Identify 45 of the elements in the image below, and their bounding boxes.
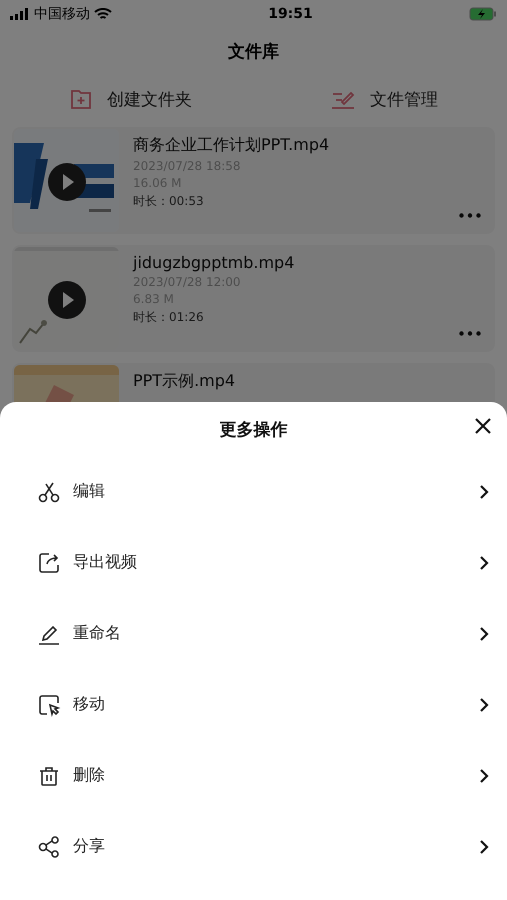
- sheet-title: 更多操作: [220, 418, 288, 440]
- chevron-right-icon: [479, 484, 489, 500]
- toolbar-action[interactable]: 文件管理: [326, 83, 442, 115]
- status-time: 19:51: [268, 6, 313, 22]
- menu-item[interactable]: 导出视频: [0, 527, 507, 598]
- menu-item[interactable]: 移动: [0, 669, 507, 740]
- battery-icon: [468, 7, 497, 21]
- scissors-icon: [37, 480, 61, 504]
- more-button[interactable]: [457, 211, 483, 220]
- play-icon[interactable]: [48, 163, 86, 201]
- file-duration: 时长：01:26: [133, 309, 205, 326]
- share-icon: [37, 834, 61, 858]
- menu-label: 导出视频: [73, 552, 138, 573]
- toolbar-action[interactable]: 创建文件夹: [65, 83, 196, 115]
- menu-label: 移动: [73, 694, 106, 715]
- chevron-right-icon: [479, 554, 489, 570]
- play-icon[interactable]: [48, 281, 86, 319]
- file-name: jidugzbgpptmb.mp4: [133, 253, 294, 272]
- folder-plus-icon: [69, 87, 93, 111]
- menu-label: 分享: [73, 836, 106, 857]
- menu-label: 编辑: [73, 481, 106, 502]
- chevron-right-icon: [479, 768, 489, 784]
- chevron-right-icon: [479, 696, 489, 712]
- page-title: 文件库: [227, 41, 280, 64]
- export-icon: [37, 550, 61, 574]
- menu-item[interactable]: 编辑: [0, 456, 507, 527]
- more-icon: [459, 331, 481, 336]
- close-button[interactable]: [473, 416, 493, 436]
- signal-icon: [10, 8, 30, 20]
- more-icon: [459, 213, 481, 218]
- menu-item[interactable]: 删除: [0, 740, 507, 811]
- close-icon: [473, 416, 493, 436]
- cursor-box-icon: [37, 692, 61, 716]
- menu-label: 删除: [73, 765, 106, 786]
- file-duration: 时长：00:53: [133, 193, 205, 210]
- more-button[interactable]: [457, 329, 483, 338]
- menu-item[interactable]: 分享: [0, 811, 507, 882]
- chevron-right-icon: [479, 838, 489, 854]
- carrier-name: 中国移动: [34, 5, 90, 23]
- chevron-right-icon: [479, 626, 489, 642]
- wifi-icon: [94, 8, 112, 20]
- menu-label: 重命名: [73, 623, 122, 644]
- file-name: 商务企业工作计划PPT.mp4: [133, 135, 330, 156]
- menu-item[interactable]: 重命名: [0, 598, 507, 669]
- file-name: PPT示例.mp4: [133, 371, 236, 392]
